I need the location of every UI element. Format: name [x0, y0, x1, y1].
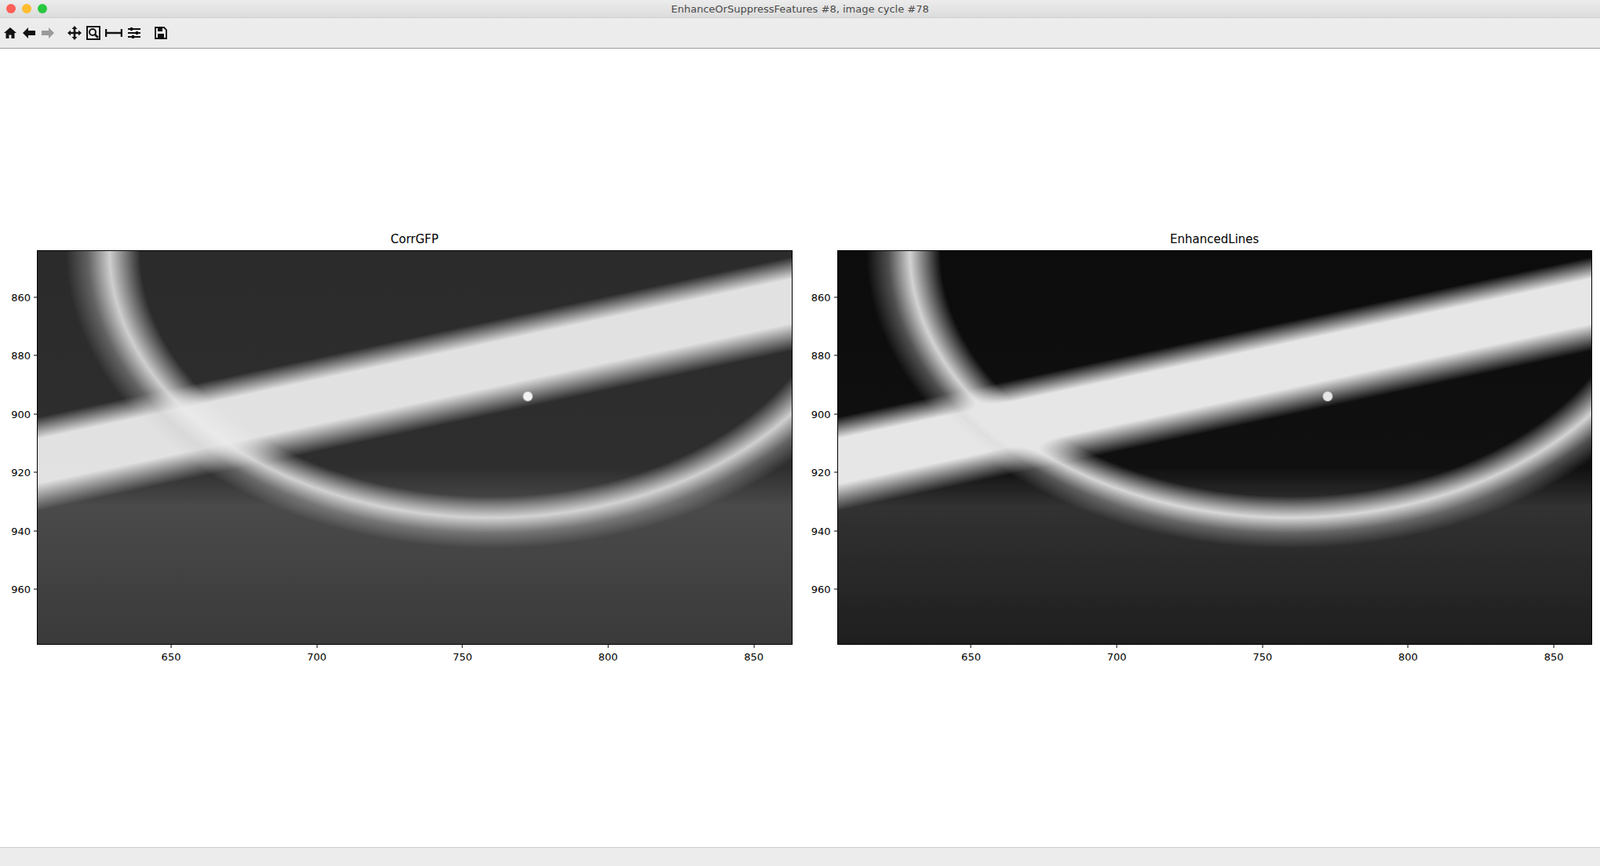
subplot: CorrGFP860880900920940960650700750800850: [36, 232, 793, 848]
close-button[interactable]: [6, 3, 16, 14]
y-tick: 880: [10, 349, 38, 362]
options-button[interactable]: [125, 22, 143, 44]
home-icon: [3, 25, 18, 41]
y-tick: 960: [811, 583, 839, 596]
x-tick: 850: [1544, 644, 1564, 664]
axes-title: CorrGFP: [36, 232, 793, 251]
home-button[interactable]: [1, 22, 19, 44]
y-tick: 940: [10, 524, 38, 537]
pan-button[interactable]: [65, 22, 84, 44]
zoom-button[interactable]: [37, 3, 48, 14]
zoom-button[interactable]: [84, 22, 103, 44]
y-tick: 920: [10, 466, 38, 479]
back-button[interactable]: [20, 22, 38, 44]
x-tick: 800: [1398, 644, 1418, 664]
y-tick: 900: [10, 408, 38, 420]
y-tick: 960: [10, 583, 38, 596]
toolbar: [0, 18, 1600, 49]
axes[interactable]: 860880900920940960650700750800850: [36, 250, 793, 646]
y-tick: 860: [10, 291, 38, 303]
save-icon: [153, 25, 168, 41]
status-bar: [0, 847, 1600, 866]
image-display: [37, 251, 792, 645]
image-display: [838, 251, 1593, 645]
forward-button[interactable]: [39, 22, 57, 44]
y-tick: 860: [811, 291, 839, 303]
x-tick: 850: [743, 644, 764, 664]
y-tick: 920: [811, 466, 839, 479]
axes[interactable]: 860880900920940960650700750800850: [837, 250, 1593, 646]
figure-canvas: CorrGFP860880900920940960650700750800850…: [0, 48, 1600, 848]
title-bar: EnhanceOrSuppressFeatures #8, image cycl…: [0, 0, 1600, 19]
x-tick: 800: [598, 644, 619, 664]
sliders-icon: [127, 25, 142, 41]
minimize-button[interactable]: [21, 3, 32, 14]
subplots-icon: [105, 25, 123, 41]
save-button[interactable]: [152, 22, 170, 44]
x-tick: 700: [1107, 644, 1127, 664]
arrow-left-icon: [21, 25, 37, 41]
move-icon: [67, 25, 82, 41]
subplot: EnhancedLines860880900920940960650700750…: [837, 232, 1593, 848]
y-tick: 940: [811, 524, 839, 537]
y-tick: 880: [811, 349, 839, 362]
subplots-button[interactable]: [103, 22, 124, 44]
window-title: EnhanceOrSuppressFeatures #8, image cycl…: [0, 3, 1600, 15]
x-tick: 750: [1252, 644, 1272, 664]
x-tick: 700: [306, 644, 327, 664]
x-tick: 750: [452, 644, 473, 664]
figure-window: EnhanceOrSuppressFeatures #8, image cycl…: [0, 0, 1600, 866]
zoom-rect-icon: [86, 25, 101, 41]
axes-title: EnhancedLines: [837, 232, 1593, 251]
x-tick: 650: [961, 644, 981, 664]
arrow-right-icon: [40, 25, 55, 41]
x-tick: 650: [161, 644, 182, 664]
y-tick: 900: [811, 408, 839, 420]
